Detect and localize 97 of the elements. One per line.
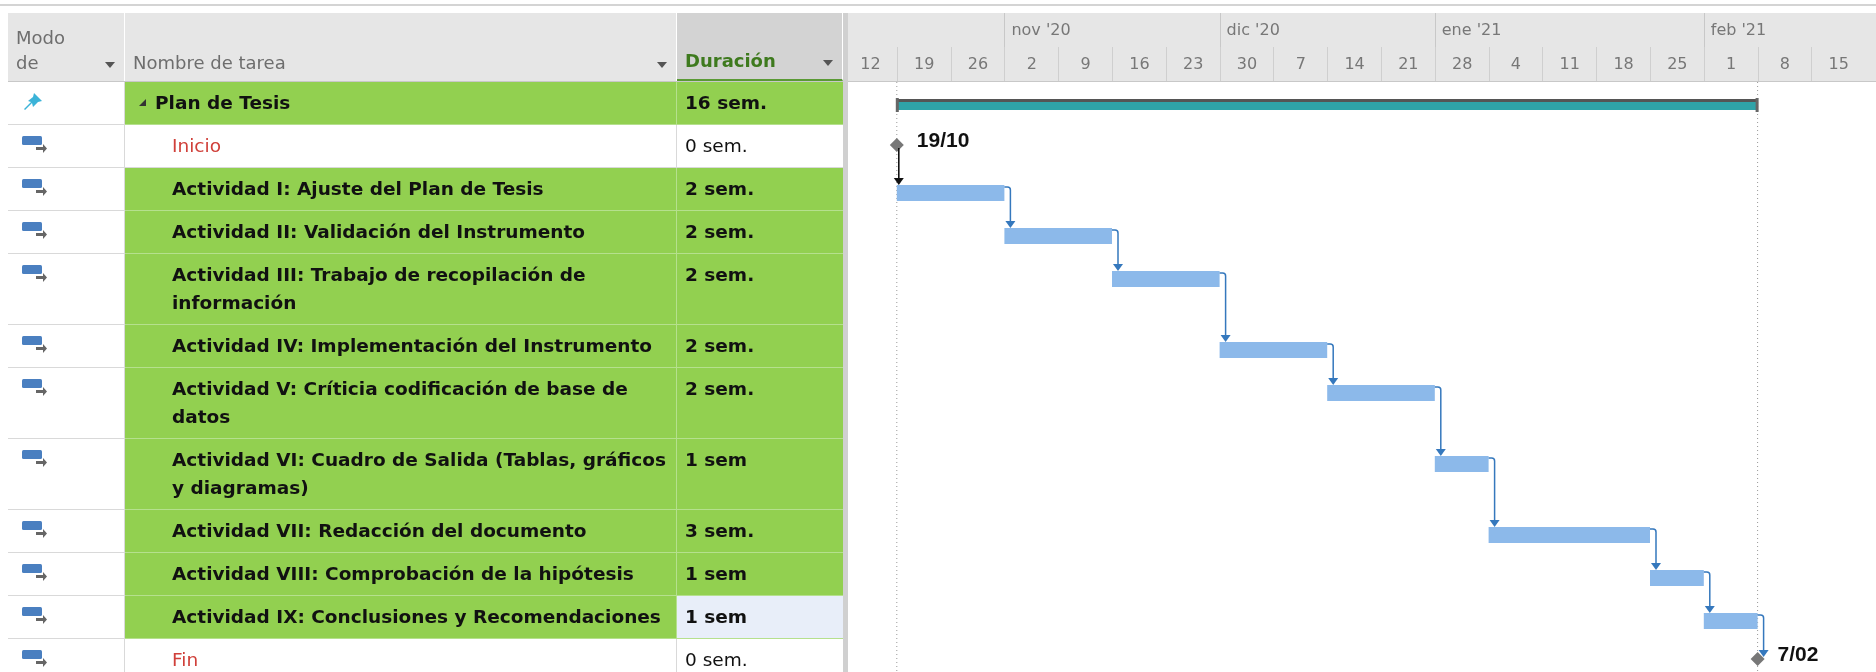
week-label: 15 <box>1811 47 1866 81</box>
week-label: 7 <box>1273 47 1328 81</box>
task-mode-icon <box>22 648 48 668</box>
milestone-diamond-icon <box>889 138 904 152</box>
connector-arrow <box>893 147 904 185</box>
task-name-cell[interactable]: Actividad V: Críticia codificación de base de datos <box>125 368 677 439</box>
task-bar[interactable] <box>1488 527 1650 543</box>
duration-cell[interactable]: 2 sem. <box>677 368 843 439</box>
week-label: 11 <box>1542 47 1597 81</box>
week-label: 18 <box>1596 47 1650 81</box>
task-name: Actividad VI: Cuadro de Salida (Tablas, gráficos y diagramas) <box>172 448 667 500</box>
task-mode-icon <box>22 377 48 397</box>
task-bar[interactable] <box>1219 342 1328 358</box>
week-label: 19 <box>896 47 951 81</box>
week-label: 16 <box>1112 47 1166 81</box>
month-label: feb '21 <box>1703 13 1866 47</box>
task-mode-icon <box>22 134 48 154</box>
duration-cell[interactable]: 16 sem. <box>677 82 843 125</box>
task-bar[interactable] <box>1650 570 1704 586</box>
week-label: 21 <box>1380 47 1435 81</box>
connector-arrow <box>1703 571 1715 613</box>
duration-cell[interactable]: 3 sem. <box>677 510 843 553</box>
week-label: 25 <box>1649 47 1704 81</box>
week-label: 8 <box>1757 47 1812 81</box>
duration-cell[interactable]: 1 sem <box>677 596 843 639</box>
task-name: Actividad II: Validación del Instrumento <box>172 220 586 244</box>
task-name-cell[interactable]: Actividad VII: Redacción del documento <box>125 510 677 553</box>
connector-arrow <box>1326 343 1339 385</box>
dropdown-caret-icon[interactable] <box>822 59 834 67</box>
duration-cell[interactable]: 1 sem <box>677 439 843 510</box>
month-label: dic '20 <box>1219 13 1435 47</box>
task-mode-icon <box>22 519 48 539</box>
month-label: nov '20 <box>1004 13 1220 47</box>
dropdown-caret-icon[interactable] <box>656 61 668 69</box>
week-label: 14 <box>1327 47 1381 81</box>
week-label: 30 <box>1219 47 1274 81</box>
task-name: Fin <box>172 648 199 672</box>
task-name-cell[interactable]: Actividad VI: Cuadro de Salida (Tablas, gráficos y diagramas) <box>125 439 677 510</box>
connector-arrow <box>1218 272 1231 342</box>
task-mode-icon <box>22 177 48 197</box>
task-name-cell[interactable]: Actividad II: Validación del Instrumento <box>125 211 677 254</box>
week-label: 12 <box>848 47 897 81</box>
connector-arrow <box>1434 386 1446 456</box>
task-name-cell[interactable]: Inicio <box>125 125 677 168</box>
task-mode-icon <box>22 263 48 283</box>
task-name: Actividad V: Críticia codificación de base de datos <box>172 377 629 429</box>
connector-arrow <box>1649 528 1661 570</box>
connector-arrow <box>1756 614 1769 657</box>
task-bar[interactable] <box>1004 228 1112 244</box>
month-label: ene '21 <box>1434 13 1704 47</box>
milestone-date: 19/10 <box>916 128 970 151</box>
duration-cell[interactable]: 2 sem. <box>677 325 843 368</box>
task-mode-icon <box>22 448 48 468</box>
task-name: Actividad IV: Implementación del Instrumento <box>172 334 653 358</box>
task-mode-icon <box>22 562 48 582</box>
task-bar[interactable] <box>1327 385 1435 401</box>
task-name: Actividad III: Trabajo de recopilación de información <box>172 263 587 315</box>
task-mode-icon <box>22 220 48 240</box>
duration-cell[interactable]: 2 sem. <box>677 254 843 325</box>
duration-cell[interactable]: 2 sem. <box>677 211 843 254</box>
task-name-cell[interactable]: Actividad VIII: Comprobación de la hipótesis <box>125 553 677 596</box>
task-name-cell[interactable]: Actividad III: Trabajo de recopilación de información <box>125 254 677 325</box>
connector-arrow <box>1111 229 1123 271</box>
task-name-cell[interactable]: Plan de Tesis <box>125 82 677 125</box>
collapse-icon[interactable] <box>139 99 147 107</box>
connector-arrow <box>1003 186 1016 228</box>
duration-cell[interactable]: 1 sem <box>677 553 843 596</box>
week-label: 26 <box>950 47 1005 81</box>
week-label: 28 <box>1434 47 1489 81</box>
task-mode-icon <box>22 605 48 625</box>
column-header[interactable]: Modo de <box>8 13 125 81</box>
task-bar[interactable] <box>1112 271 1220 287</box>
milestone-date: 7/02 <box>1777 642 1819 665</box>
week-label: 1 <box>1703 47 1758 81</box>
task-name: Inicio <box>172 134 221 158</box>
task-name: Plan de Tesis <box>155 91 291 115</box>
task-name: Actividad VIII: Comprobación de la hipótesis <box>172 562 634 586</box>
task-name: Actividad IX: Conclusiones y Recomendaciones <box>172 605 661 629</box>
dropdown-caret-icon[interactable] <box>104 61 116 69</box>
task-name: Actividad I: Ajuste del Plan de Tesis <box>172 177 544 201</box>
task-name-cell[interactable]: Actividad IX: Conclusiones y Recomendaciones <box>125 596 677 639</box>
task-bar[interactable] <box>1703 613 1758 629</box>
task-mode-icon <box>22 334 48 354</box>
week-label: 4 <box>1488 47 1543 81</box>
week-label: 23 <box>1165 47 1220 81</box>
task-bar[interactable] <box>1434 456 1489 472</box>
milestone-diamond-icon <box>1750 652 1765 666</box>
task-name-cell[interactable]: Actividad IV: Implementación del Instrumento <box>125 325 677 368</box>
task-name-cell[interactable]: Actividad I: Ajuste del Plan de Tesis <box>125 168 677 211</box>
task-name: Actividad VII: Redacción del documento <box>172 519 587 543</box>
connector-arrow <box>1487 457 1500 527</box>
task-bar[interactable] <box>896 185 1005 201</box>
duration-cell[interactable]: 2 sem. <box>677 168 843 211</box>
week-label: 9 <box>1058 47 1112 81</box>
week-label: 2 <box>1004 47 1059 81</box>
column-header[interactable]: Duración <box>677 13 843 81</box>
pin-icon <box>22 91 44 113</box>
